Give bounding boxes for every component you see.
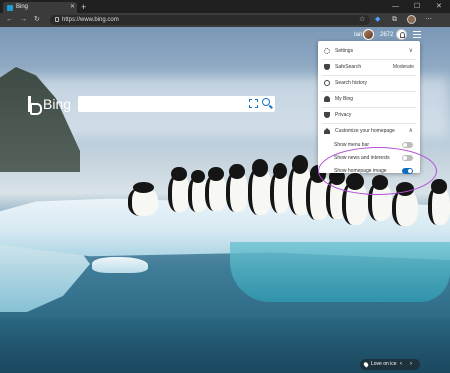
penguin	[428, 179, 450, 225]
browser-window: Bing ✕ + — ☐ ✕ ← → ↻ https://www.bing.co…	[0, 0, 450, 373]
address-url[interactable]: https://www.bing.com	[62, 15, 119, 25]
close-window-button[interactable]: ✕	[436, 2, 442, 11]
rewards-icon[interactable]	[396, 29, 407, 40]
tab-close-icon[interactable]: ✕	[70, 3, 75, 12]
penguin	[168, 167, 190, 212]
house-icon	[324, 128, 330, 134]
person-icon	[324, 96, 330, 102]
show-menu-bar-toggle[interactable]	[402, 142, 413, 148]
gear-icon	[324, 48, 330, 54]
maximize-button[interactable]: ☐	[414, 2, 420, 11]
penguin	[226, 164, 248, 212]
penguin	[205, 167, 227, 211]
chevron-up-icon: ∧	[408, 128, 413, 134]
favorite-star-icon[interactable]: ☆	[359, 15, 365, 25]
divider	[322, 59, 416, 60]
next-image-button[interactable]: ›	[410, 360, 412, 369]
settings-item-label: Customize your homepage	[335, 128, 395, 134]
shield-icon	[324, 64, 330, 70]
image-caption[interactable]: Love on ice	[371, 360, 397, 369]
settings-item-my-bing[interactable]: My Bing	[318, 93, 420, 105]
settings-item-label: My Bing	[335, 96, 354, 102]
browser-toolbar: ← → ↻ https://www.bing.com ☆ ◆ ⧉ ⋯	[0, 13, 450, 27]
previous-image-button[interactable]: ‹	[400, 360, 402, 369]
bing-homepage: Bing Ian 2672 Settings ∨ SafeSearch Mode…	[0, 27, 450, 373]
search-input[interactable]	[78, 96, 275, 112]
safesearch-value: Moderate	[392, 64, 414, 70]
image-info-bar[interactable]: Love on ice ‹ ›	[360, 359, 420, 370]
tab-bing[interactable]: Bing ✕	[3, 2, 77, 13]
collections-icon[interactable]: ⧉	[392, 15, 397, 25]
penguin	[270, 163, 290, 213]
lock-icon	[55, 17, 59, 22]
back-button[interactable]: ←	[6, 15, 13, 25]
penguin	[248, 159, 272, 215]
hamburger-menu-icon[interactable]	[413, 31, 421, 38]
background-ice-underwater	[230, 242, 450, 302]
more-menu-icon[interactable]: ⋯	[425, 15, 432, 25]
highlight-annotation	[318, 147, 437, 195]
rewards-points[interactable]: 2672	[380, 31, 393, 39]
settings-item-label: Search history	[335, 80, 367, 86]
user-avatar[interactable]	[363, 29, 374, 40]
address-bar[interactable]: https://www.bing.com	[50, 15, 370, 25]
minimize-button[interactable]: —	[392, 2, 399, 11]
divider	[322, 123, 416, 124]
search-icon[interactable]	[262, 98, 270, 106]
visual-search-icon[interactable]	[249, 99, 258, 108]
user-name[interactable]: Ian	[354, 31, 362, 39]
settings-item-settings[interactable]: Settings ∨	[318, 45, 420, 57]
tab-title: Bing	[16, 4, 29, 10]
divider	[322, 107, 416, 108]
background-ice-chunk	[92, 257, 148, 273]
profile-avatar[interactable]	[407, 15, 416, 24]
location-pin-icon	[362, 361, 370, 368]
settings-item-privacy[interactable]: Privacy	[318, 109, 420, 121]
chevron-down-icon: ∨	[408, 48, 413, 54]
settings-item-search-history[interactable]: Search history	[318, 77, 420, 89]
settings-item-customize-homepage[interactable]: Customize your homepage ∧	[318, 125, 420, 137]
divider	[322, 75, 416, 76]
extension-icon[interactable]: ◆	[375, 15, 380, 25]
forward-button[interactable]: →	[20, 15, 27, 25]
penguin	[128, 182, 158, 216]
divider	[322, 91, 416, 92]
privacy-shield-icon	[324, 112, 330, 118]
bing-logo-text: Bing	[43, 96, 72, 112]
settings-item-safesearch[interactable]: SafeSearch Moderate	[318, 61, 420, 73]
settings-item-label: Privacy	[335, 112, 352, 118]
new-tab-button[interactable]: +	[81, 2, 86, 12]
bing-logo[interactable]: Bing	[28, 94, 78, 115]
bing-favicon-icon	[7, 5, 13, 11]
settings-item-label: SafeSearch	[335, 64, 362, 70]
tab-bar: Bing ✕ + — ☐ ✕	[0, 0, 450, 13]
refresh-button[interactable]: ↻	[34, 15, 40, 25]
bing-b-icon	[28, 96, 42, 115]
clock-icon	[324, 80, 330, 86]
settings-item-label: Settings	[335, 48, 354, 54]
